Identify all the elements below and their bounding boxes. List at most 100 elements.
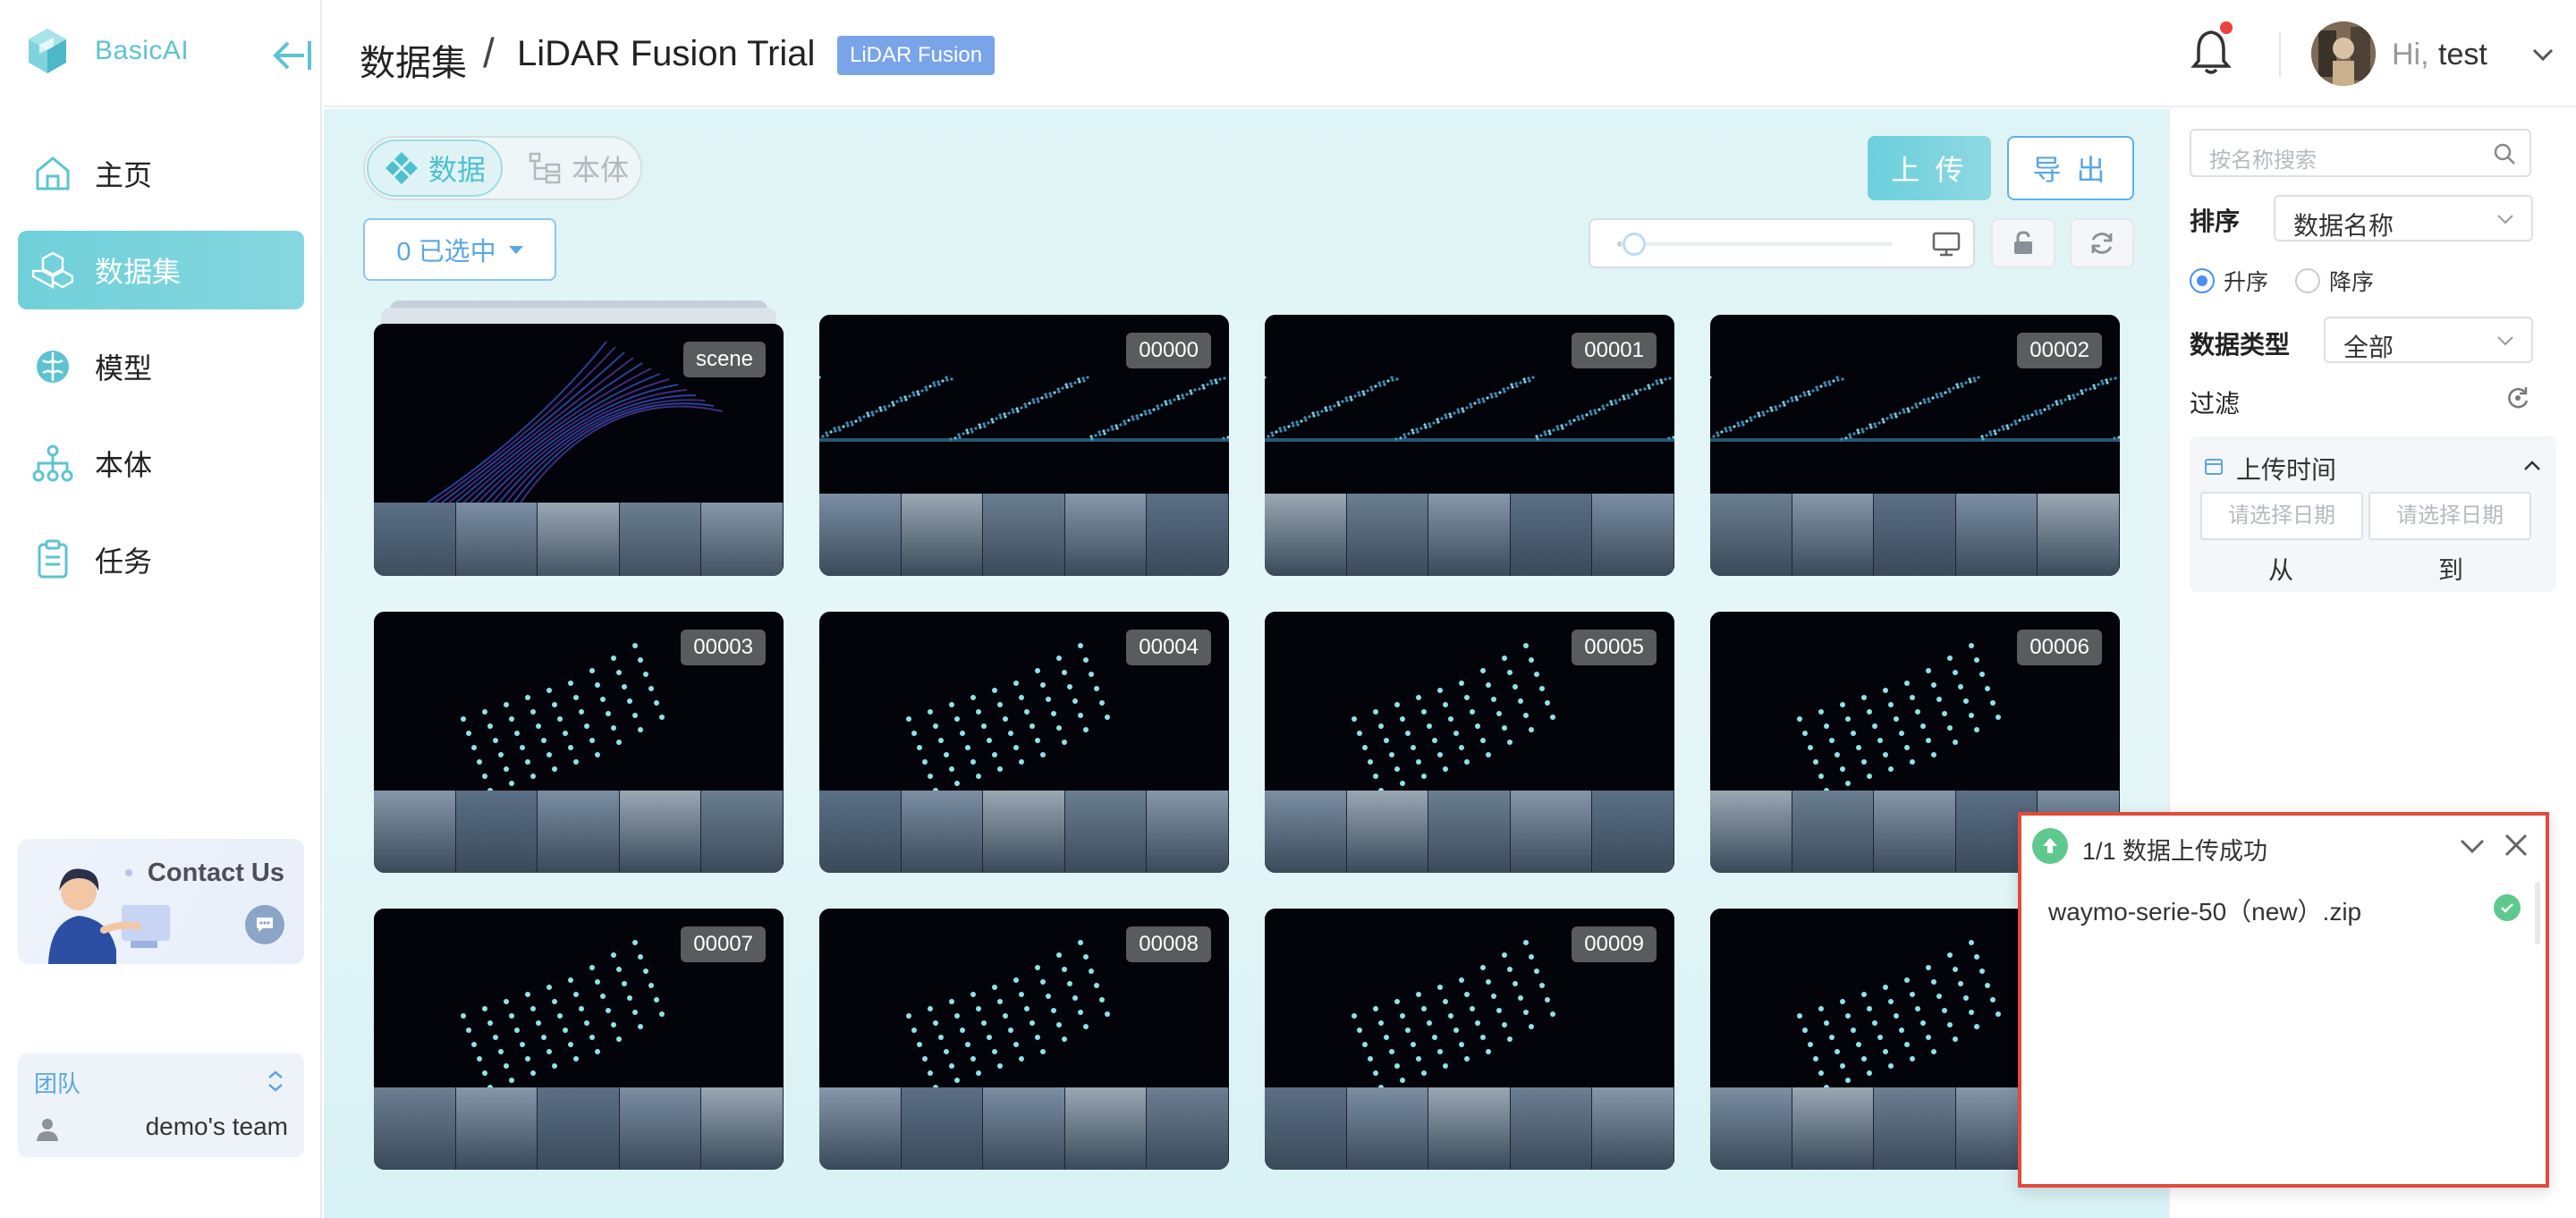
camera-image <box>983 1087 1065 1170</box>
camera-image <box>1510 1087 1593 1170</box>
chevron-down-icon <box>2497 215 2513 224</box>
chevron-down-icon[interactable] <box>2529 45 2556 64</box>
lock-toggle-button[interactable] <box>1991 218 2055 268</box>
camera-image <box>701 1087 784 1170</box>
unlock-icon <box>2014 231 2032 254</box>
data-type-label: 数据类型 <box>2190 331 2291 359</box>
data-diamonds-icon <box>385 152 418 184</box>
tab-ontology-label: 本体 <box>571 154 629 186</box>
camera-image <box>374 503 456 576</box>
hierarchy-icon <box>30 441 75 486</box>
camera-image <box>1592 1087 1674 1170</box>
search-input[interactable]: 按名称搜索 <box>2190 129 2531 177</box>
brain-icon <box>30 344 75 389</box>
avatar[interactable] <box>2311 21 2376 86</box>
frame-card[interactable]: 00005 <box>1265 612 1674 873</box>
collapse-sidebar-icon[interactable] <box>270 36 313 75</box>
frame-name-badge: 00006 <box>2017 630 2102 665</box>
frame-card[interactable]: 00009 <box>1265 909 1674 1170</box>
reset-filter-icon[interactable] <box>2504 385 2531 411</box>
date-to-input[interactable]: 请选择日期 <box>2368 492 2531 540</box>
camera-image <box>1428 791 1511 873</box>
breadcrumb-datasets[interactable]: 数据集 <box>360 34 467 86</box>
dataset-type-tag: LiDAR Fusion <box>837 36 996 75</box>
frame-name-badge: 00002 <box>2017 333 2102 368</box>
frame-name-badge: 00001 <box>1572 333 1657 368</box>
frame-name-badge: 00004 <box>1126 630 1211 665</box>
sort-ascending-radio[interactable]: 升序 <box>2190 265 2268 297</box>
zoom-track[interactable] <box>1621 242 1893 246</box>
sort-label: 排序 <box>2190 207 2241 235</box>
check-circle-icon <box>2494 894 2521 921</box>
scene-card[interactable]: scene <box>374 324 784 576</box>
header-divider <box>2279 32 2281 77</box>
frame-name-badge: 00005 <box>1572 630 1657 665</box>
bell-icon[interactable] <box>2190 27 2233 75</box>
thumbnail-size-slider[interactable] <box>1589 218 1975 268</box>
frame-card[interactable]: 00001 <box>1265 315 1674 576</box>
frame-card[interactable]: 00008 <box>819 909 1229 1170</box>
user-name[interactable]: test <box>2438 38 2487 72</box>
selection-count: 0 已选中 <box>396 238 496 266</box>
selection-dropdown[interactable]: 0 已选中 <box>363 218 556 281</box>
frame-card[interactable]: 00007 <box>374 909 784 1170</box>
camera-image <box>1510 791 1593 873</box>
nav-item-home[interactable]: 主页 <box>18 134 304 213</box>
frame-card[interactable]: 00004 <box>819 612 1229 873</box>
nav-item-ontology[interactable]: 本体 <box>18 424 304 503</box>
camera-image <box>455 1087 538 1170</box>
chat-icon[interactable] <box>245 905 284 944</box>
camera-image <box>1874 1087 1956 1170</box>
nav-label: 主页 <box>95 159 153 191</box>
camera-image <box>1710 494 1792 576</box>
frame-card[interactable]: 00002 <box>1710 315 2120 576</box>
brand[interactable]: BasicAI <box>27 27 189 75</box>
tab-ontology[interactable]: 本体 <box>513 140 642 197</box>
data-type-value: 全部 <box>2343 334 2394 361</box>
tab-data[interactable]: 数据 <box>367 140 503 197</box>
camera-image <box>619 1087 702 1170</box>
camera-image <box>455 503 538 576</box>
nav-label: 本体 <box>95 449 153 481</box>
camera-image <box>1147 494 1229 576</box>
camera-image-strip <box>819 791 1229 873</box>
dataset-content-area: 数据 本体 上 传 导 出 0 已选中 scene 00000 00001 00002… <box>324 109 2168 1218</box>
sidebar: BasicAI 主页 数据集 模型 本体 任务 Contact Us 团队 de… <box>0 0 322 1218</box>
frame-name-badge: 00009 <box>1572 926 1657 962</box>
camera-image-strip <box>374 503 784 576</box>
radio-label: 升序 <box>2224 270 2269 295</box>
frame-card[interactable]: 00003 <box>374 612 784 873</box>
camera-image <box>983 791 1065 873</box>
contact-us-card[interactable]: Contact Us <box>18 839 304 964</box>
sort-descending-radio[interactable]: 降序 <box>2295 265 2374 297</box>
frame-card[interactable]: 00000 <box>819 315 1229 576</box>
camera-image <box>1792 1087 1875 1170</box>
camera-image <box>819 1087 902 1170</box>
notification-header: 1/1 数据上传成功 <box>2021 816 2546 878</box>
notification-scrollbar[interactable] <box>2535 882 2540 944</box>
camera-image <box>701 791 784 873</box>
chevron-up-icon[interactable] <box>2521 454 2544 478</box>
sort-value: 数据名称 <box>2293 212 2394 240</box>
date-from-label: 从 <box>2268 556 2294 584</box>
upload-notification: 1/1 数据上传成功 waymo-serie-50（new）.zip <box>2018 812 2549 1188</box>
camera-image <box>1064 1087 1148 1170</box>
date-from-input[interactable]: 请选择日期 <box>2200 492 2363 540</box>
zoom-knob[interactable] <box>1623 233 1646 256</box>
camera-image <box>1710 1087 1792 1170</box>
refresh-button[interactable] <box>2070 218 2134 268</box>
camera-image <box>619 503 702 576</box>
chevron-down-icon[interactable] <box>2458 833 2487 859</box>
chevron-updown-icon[interactable] <box>265 1068 286 1095</box>
export-button[interactable]: 导 出 <box>2007 136 2134 200</box>
search-icon[interactable] <box>2492 141 2517 166</box>
data-type-select[interactable]: 全部 <box>2324 317 2533 363</box>
close-icon[interactable] <box>2501 830 2531 860</box>
team-switcher[interactable]: 团队 demo's team <box>18 1053 304 1157</box>
nav-item-datasets[interactable]: 数据集 <box>18 231 304 309</box>
nav-item-models[interactable]: 模型 <box>18 327 304 406</box>
camera-image <box>1064 791 1148 873</box>
upload-button[interactable]: 上 传 <box>1868 136 1991 200</box>
sort-select[interactable]: 数据名称 <box>2274 195 2533 241</box>
nav-item-tasks[interactable]: 任务 <box>18 520 304 599</box>
